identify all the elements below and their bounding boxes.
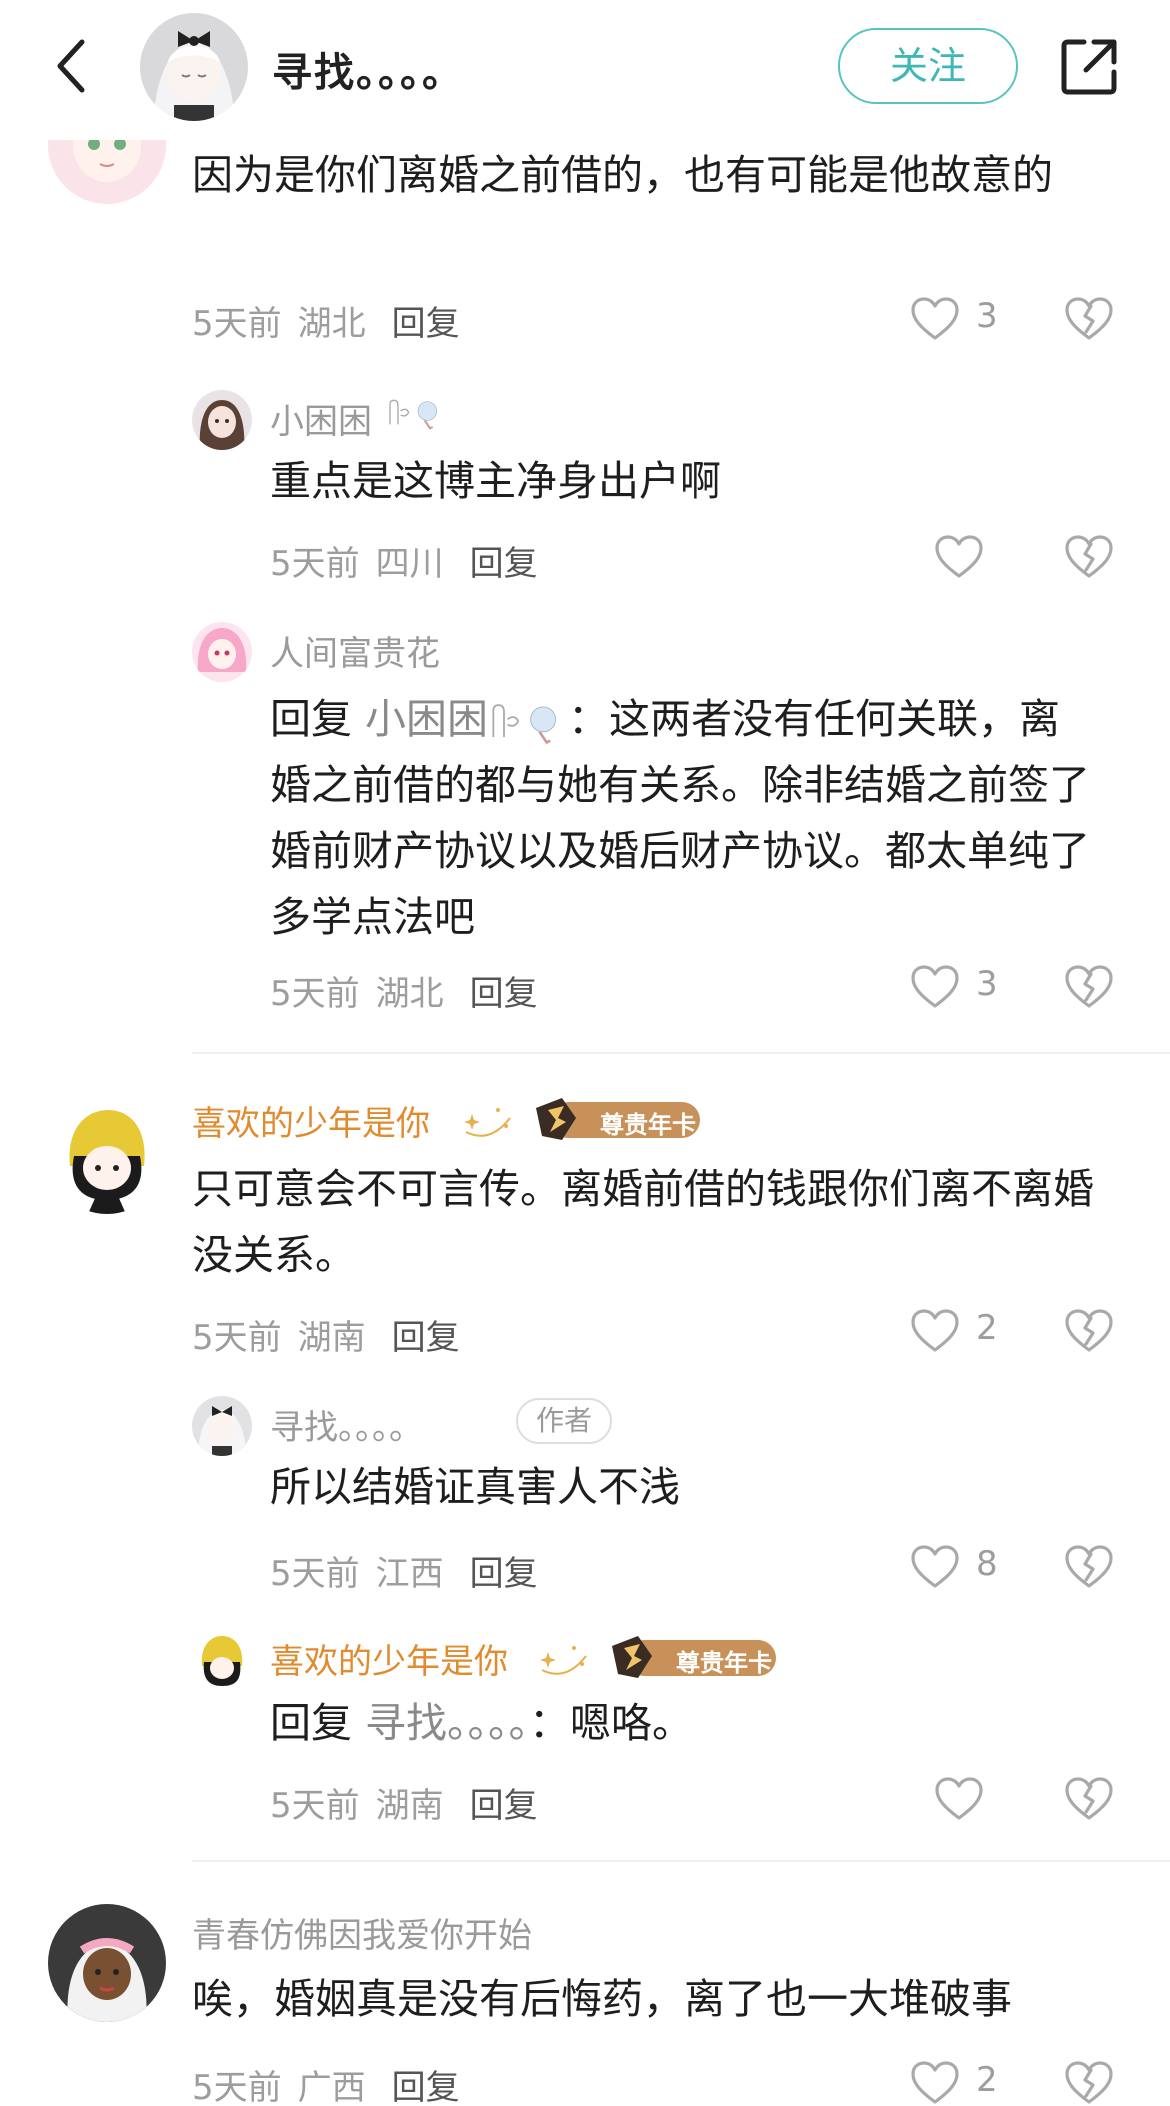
reply-button[interactable]: 回复	[392, 1318, 460, 1358]
heart-icon[interactable]	[910, 1544, 960, 1590]
comment-meta: 5天前 湖北 回复	[270, 966, 538, 1015]
comment-text: 因为是你们离婚之前借的，也有可能是他故意的	[192, 151, 1053, 199]
comment-username[interactable]: 小困困	[270, 394, 372, 443]
sparkle-icon	[540, 1646, 587, 1675]
divider	[192, 1860, 1170, 1862]
comment-time: 5天前	[270, 1554, 360, 1594]
broken-heart-icon[interactable]	[1064, 2060, 1114, 2106]
avatar[interactable]	[48, 1096, 166, 1214]
comment-location: 湖北	[375, 974, 444, 1014]
reply-button[interactable]: 回复	[470, 1554, 538, 1594]
author-badge: 作者	[516, 1398, 613, 1444]
vip-badge-label: 尊贵年卡	[676, 1649, 772, 1677]
comment-text: 回复 寻找。。。。：嗯咯。	[270, 1690, 1110, 1756]
comment-time: 5天前	[270, 974, 360, 1014]
like-count: 2	[976, 1308, 998, 1348]
comment-time: 5天前	[192, 304, 282, 344]
comment-location: 湖北	[297, 304, 366, 344]
avatar[interactable]	[192, 1396, 252, 1456]
broken-heart-icon[interactable]	[1064, 1776, 1114, 1822]
comment-time: 5天前	[192, 1318, 282, 1358]
comment-location: 湖南	[375, 1786, 444, 1826]
heart-icon[interactable]	[934, 1776, 984, 1822]
comment-meta: 5天前 湖南 回复	[192, 1310, 460, 1359]
comment-time: 5天前	[192, 2068, 282, 2106]
comment-meta: 5天前 江西 回复	[270, 1546, 538, 1595]
comment-username[interactable]: 喜欢的少年是你	[192, 1096, 430, 1145]
comment-location: 广西	[297, 2068, 366, 2106]
comment-meta: 5天前 湖南 回复	[270, 1778, 538, 1827]
comment-location: 江西	[375, 1554, 444, 1594]
comment-location: 湖南	[297, 1318, 366, 1358]
comment-text: 重点是这博主净身出户啊	[270, 457, 721, 505]
heart-icon[interactable]	[910, 296, 960, 342]
broken-heart-icon[interactable]	[1064, 1544, 1114, 1590]
avatar[interactable]	[192, 390, 252, 450]
comment-username[interactable]: 人间富贵花	[270, 626, 440, 675]
reply-button[interactable]: 回复	[470, 544, 538, 584]
comment-text: 只可意会不可言传。离婚前借的钱跟你们离不离婚没关系。	[192, 1165, 1094, 1279]
author-avatar[interactable]	[140, 13, 248, 121]
comment-text: 唉，婚姻真是没有后悔药，离了也一大堆破事	[192, 1975, 1012, 2023]
comment-time: 5天前	[270, 1786, 360, 1826]
reply-body: ：嗯咯。	[529, 1699, 694, 1747]
reply-button[interactable]: 回复	[470, 974, 538, 1014]
divider	[192, 1052, 1170, 1054]
like-count: 3	[976, 296, 998, 336]
reply-to-username[interactable]: 小困困	[365, 695, 488, 743]
heart-icon[interactable]	[910, 2060, 960, 2106]
comment-text: 回复 小困困 ：这两者没有任何关联，离婚之前借的都与她有关系。除非结婚之前签了婚…	[270, 686, 1100, 950]
comment-time: 5天前	[270, 544, 360, 584]
comment-username[interactable]: 青春仿佛因我爱你开始	[192, 1908, 532, 1957]
vip-badge: 尊贵年卡	[610, 1634, 778, 1680]
heart-icon[interactable]	[910, 1308, 960, 1354]
back-arrow-icon[interactable]	[48, 36, 96, 96]
like-count: 8	[976, 1544, 998, 1584]
avatar[interactable]	[48, 1904, 166, 2022]
share-icon[interactable]	[1058, 36, 1120, 98]
vip-badge: 尊贵年卡	[534, 1096, 702, 1142]
decoration-icon	[389, 399, 437, 430]
vip-badge-label: 尊贵年卡	[600, 1111, 696, 1139]
reply-button[interactable]: 回复	[392, 304, 460, 344]
comment-meta: 5天前 广西 回复	[192, 2060, 460, 2106]
decoration-icon	[492, 704, 557, 745]
heart-icon[interactable]	[934, 534, 984, 580]
follow-button[interactable]: 关注	[838, 28, 1018, 104]
avatar[interactable]	[192, 622, 252, 682]
like-count: 3	[976, 964, 998, 1004]
top-bar: 寻找。。。。 关注	[0, 0, 1170, 140]
broken-heart-icon[interactable]	[1064, 296, 1114, 342]
broken-heart-icon[interactable]	[1064, 534, 1114, 580]
reply-button[interactable]: 回复	[392, 2068, 460, 2106]
reply-button[interactable]: 回复	[470, 1786, 538, 1826]
broken-heart-icon[interactable]	[1064, 1308, 1114, 1354]
avatar[interactable]	[192, 1630, 252, 1690]
comment-username[interactable]: 寻找。。。。	[270, 1400, 423, 1449]
reply-prefix: 回复	[270, 1699, 352, 1747]
comment-text: 所以结婚证真害人不浅	[270, 1463, 680, 1511]
like-count: 2	[976, 2060, 998, 2100]
comment-meta: 5天前 四川 回复	[270, 536, 538, 585]
reply-prefix: 回复	[270, 695, 352, 743]
comment-username[interactable]: 喜欢的少年是你	[270, 1634, 508, 1683]
broken-heart-icon[interactable]	[1064, 964, 1114, 1010]
sparkle-icon	[464, 1108, 511, 1137]
comment-location: 四川	[375, 544, 444, 584]
heart-icon[interactable]	[910, 964, 960, 1010]
reply-to-username[interactable]: 寻找。。。。	[365, 1699, 529, 1747]
page-title: 寻找。。。。	[272, 50, 464, 96]
comment-meta: 5天前 湖北 回复	[192, 296, 460, 345]
